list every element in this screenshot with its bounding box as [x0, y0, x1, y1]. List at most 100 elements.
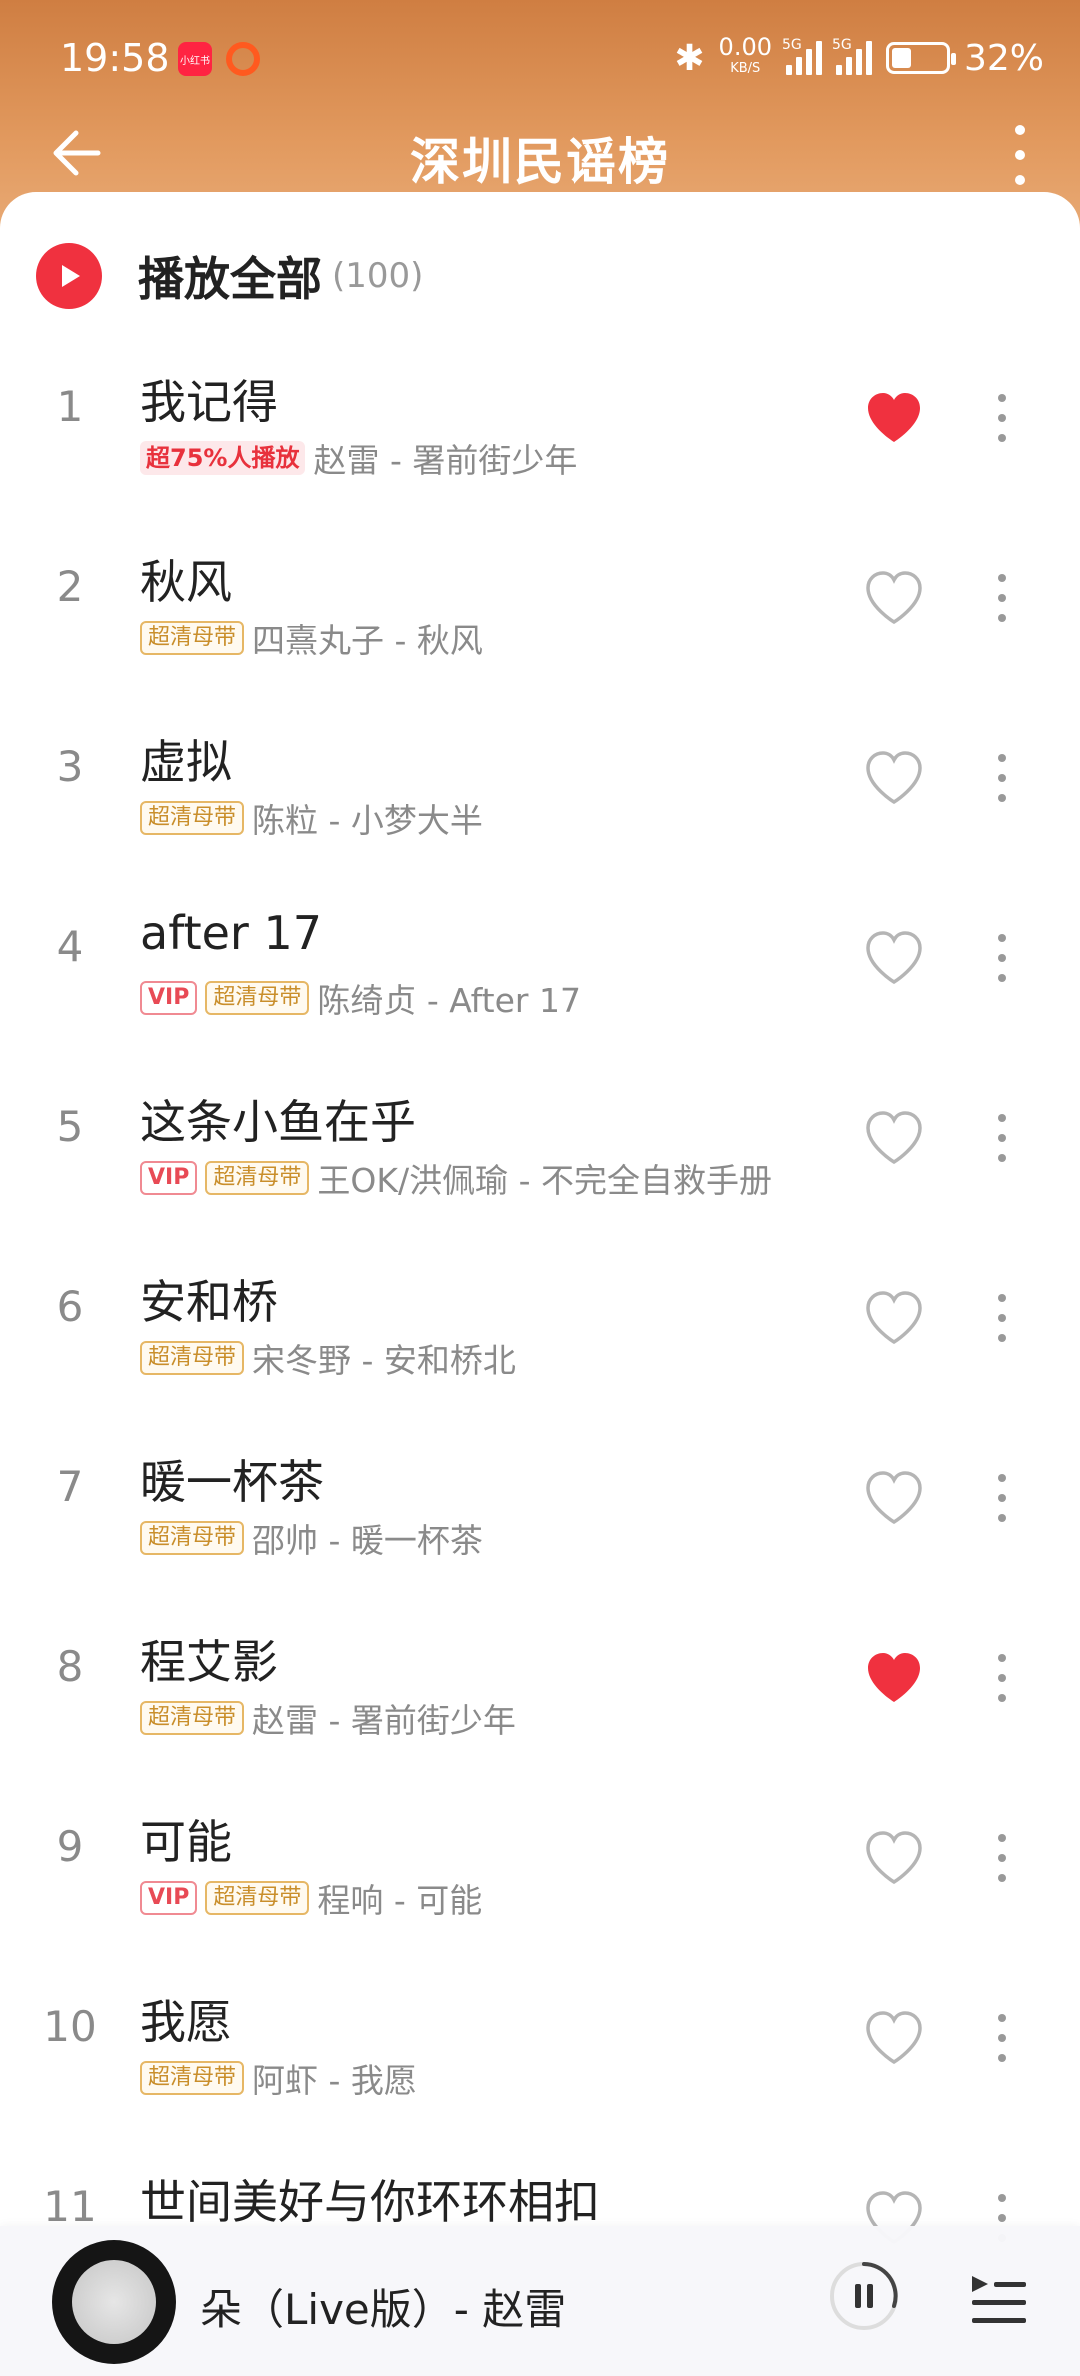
- battery-level-fill: [891, 48, 911, 68]
- song-meta: 超75%人播放 赵雷 - 署前街少年: [140, 434, 577, 482]
- song-list: 1 我记得 超75%人播放 赵雷 - 署前街少年 2 秋风 超清母带 四熹丸子 - 秋风 3 虚拟…: [0, 322, 1080, 2302]
- more-vert-icon[interactable]: [1010, 120, 1030, 190]
- song-meta: 超清母带 四熹丸子 - 秋风: [140, 614, 483, 662]
- song-index: 10: [43, 2002, 97, 2051]
- play-icon[interactable]: [36, 243, 102, 309]
- song-artist-album: 四熹丸子 - 秋风: [252, 621, 483, 660]
- song-title: 安和桥: [140, 1275, 278, 1329]
- hq-audio-badge: 超清母带: [140, 1701, 245, 1735]
- song-row[interactable]: 7 暖一杯茶超清母带 邵帅 - 暖一杯茶: [0, 1402, 1080, 1582]
- signal-label-1: 5G: [781, 37, 802, 53]
- signal-strength-icon-2: 5G: [832, 37, 872, 75]
- song-index: 11: [43, 2182, 97, 2231]
- song-title: 暖一杯茶: [140, 1455, 324, 1509]
- song-index: 8: [56, 1642, 84, 1691]
- song-meta: 超清母带 陈粒 - 小梦大半: [140, 794, 483, 842]
- xiaohongshu-app-icon: 小红书: [178, 42, 212, 76]
- playlist-icon[interactable]: [966, 2266, 1030, 2330]
- song-index: 3: [56, 742, 84, 791]
- signal-strength-icon-1: 5G: [782, 37, 822, 75]
- song-index: 7: [56, 1462, 84, 1511]
- vip-badge: VIP: [140, 1161, 198, 1195]
- battery-icon: [885, 42, 956, 74]
- main-content: 播放全部 (100) 1 我记得 超75%人播放 赵雷 - 署前街少年 2 秋风 超清母带四…: [0, 192, 1080, 2376]
- bluetooth-icon: ✱: [674, 37, 705, 79]
- net-speed-value: 0.00: [718, 33, 772, 61]
- song-row[interactable]: 3 虚拟超清母带 陈粒 - 小梦大半: [0, 682, 1080, 862]
- song-row[interactable]: 1 我记得 超75%人播放 赵雷 - 署前街少年: [0, 322, 1080, 502]
- song-title: 世间美好与你环环相扣: [140, 2175, 600, 2229]
- more-vert-icon[interactable]: [988, 2012, 1016, 2064]
- more-vert-icon[interactable]: [988, 932, 1016, 984]
- battery-percent: 32%: [963, 37, 1044, 79]
- song-meta: VIP 超清母带 陈绮贞 - After 17: [140, 974, 581, 1022]
- vip-badge: VIP: [140, 1881, 198, 1915]
- heart-icon[interactable]: [862, 388, 926, 446]
- song-meta: 超清母带 阿虾 - 我愿: [140, 2054, 417, 2102]
- more-vert-icon[interactable]: [988, 392, 1016, 444]
- mini-player[interactable]: 朵（Live版）- 赵雷: [0, 2226, 1080, 2376]
- play-all-button[interactable]: 播放全部 (100): [36, 236, 423, 316]
- more-vert-icon[interactable]: [988, 1112, 1016, 1164]
- heart-icon[interactable]: [862, 1828, 926, 1886]
- heart-icon[interactable]: [862, 1108, 926, 1166]
- song-row[interactable]: 8 程艾影超清母带 赵雷 - 署前街少年: [0, 1582, 1080, 1762]
- hq-audio-badge: 超清母带: [140, 1521, 245, 1555]
- song-title: 我愿: [140, 1995, 232, 2049]
- hq-audio-badge: 超清母带: [140, 1341, 245, 1375]
- album-cover-image: [72, 2260, 156, 2344]
- song-index: 5: [56, 1102, 84, 1151]
- now-playing-title[interactable]: 朵（Live版）- 赵雷: [200, 2276, 566, 2337]
- song-artist-album: 王OK/洪佩瑜 - 不完全自救手册: [317, 1161, 772, 1200]
- heart-icon[interactable]: [862, 568, 926, 626]
- album-art[interactable]: [52, 2240, 176, 2364]
- song-title: 程艾影: [140, 1635, 278, 1689]
- more-vert-icon[interactable]: [988, 752, 1016, 804]
- song-index: 9: [56, 1822, 84, 1871]
- hq-audio-badge: 超清母带: [140, 2061, 245, 2095]
- heart-icon[interactable]: [862, 928, 926, 986]
- heart-icon[interactable]: [862, 1648, 926, 1706]
- song-meta: VIP 超清母带 王OK/洪佩瑜 - 不完全自救手册: [140, 1154, 772, 1202]
- song-title: 这条小鱼在乎: [140, 1095, 416, 1149]
- song-row[interactable]: 5 这条小鱼在乎 VIP 超清母带 王OK/洪佩瑜 - 不完全自救手册: [0, 1042, 1080, 1222]
- song-index: 2: [56, 562, 84, 611]
- song-row[interactable]: 4 after 17 VIP 超清母带 陈绮贞 - After 17: [0, 862, 1080, 1042]
- hq-audio-badge: 超清母带: [140, 621, 245, 655]
- song-row[interactable]: 2 秋风超清母带 四熹丸子 - 秋风: [0, 502, 1080, 682]
- song-title: 秋风: [140, 555, 232, 609]
- network-speed: 0.00 KB/S: [718, 33, 772, 80]
- song-title: 虚拟: [140, 735, 232, 789]
- song-artist-album: 阿虾 - 我愿: [252, 2061, 417, 2100]
- vip-badge: VIP: [140, 981, 198, 1015]
- signal-label-2: 5G: [831, 37, 852, 53]
- net-speed-unit: KB/S: [730, 61, 761, 76]
- hq-audio-badge: 超清母带: [205, 1161, 310, 1195]
- song-artist-album: 陈粒 - 小梦大半: [252, 801, 483, 840]
- heart-icon[interactable]: [862, 2008, 926, 2066]
- pause-icon[interactable]: [828, 2260, 900, 2332]
- more-vert-icon[interactable]: [988, 572, 1016, 624]
- heart-icon[interactable]: [862, 1468, 926, 1526]
- more-vert-icon[interactable]: [988, 1652, 1016, 1704]
- more-vert-icon[interactable]: [988, 1832, 1016, 1884]
- hot-badge: 超75%人播放: [140, 441, 306, 475]
- song-row[interactable]: 9 可能 VIP 超清母带 程响 - 可能: [0, 1762, 1080, 1942]
- song-artist-album: 赵雷 - 署前街少年: [313, 441, 578, 480]
- song-meta: 超清母带 邵帅 - 暖一杯茶: [140, 1514, 483, 1562]
- hq-audio-badge: 超清母带: [205, 981, 310, 1015]
- play-all-label: 播放全部: [138, 252, 322, 306]
- status-time: 19:58: [60, 36, 170, 80]
- app-badge-text: 小红书: [180, 55, 210, 67]
- more-vert-icon[interactable]: [988, 1472, 1016, 1524]
- heart-icon[interactable]: [862, 1288, 926, 1346]
- song-row[interactable]: 10 我愿超清母带 阿虾 - 我愿: [0, 1942, 1080, 2122]
- song-artist-album: 宋冬野 - 安和桥北: [252, 1341, 516, 1380]
- hq-audio-badge: 超清母带: [205, 1881, 310, 1915]
- heart-icon[interactable]: [862, 748, 926, 806]
- more-vert-icon[interactable]: [988, 1292, 1016, 1344]
- song-index: 4: [56, 922, 84, 971]
- play-all-count: (100): [332, 256, 424, 296]
- song-meta: 超清母带 赵雷 - 署前街少年: [140, 1694, 516, 1742]
- song-row[interactable]: 6 安和桥 超清母带 宋冬野 - 安和桥北: [0, 1222, 1080, 1402]
